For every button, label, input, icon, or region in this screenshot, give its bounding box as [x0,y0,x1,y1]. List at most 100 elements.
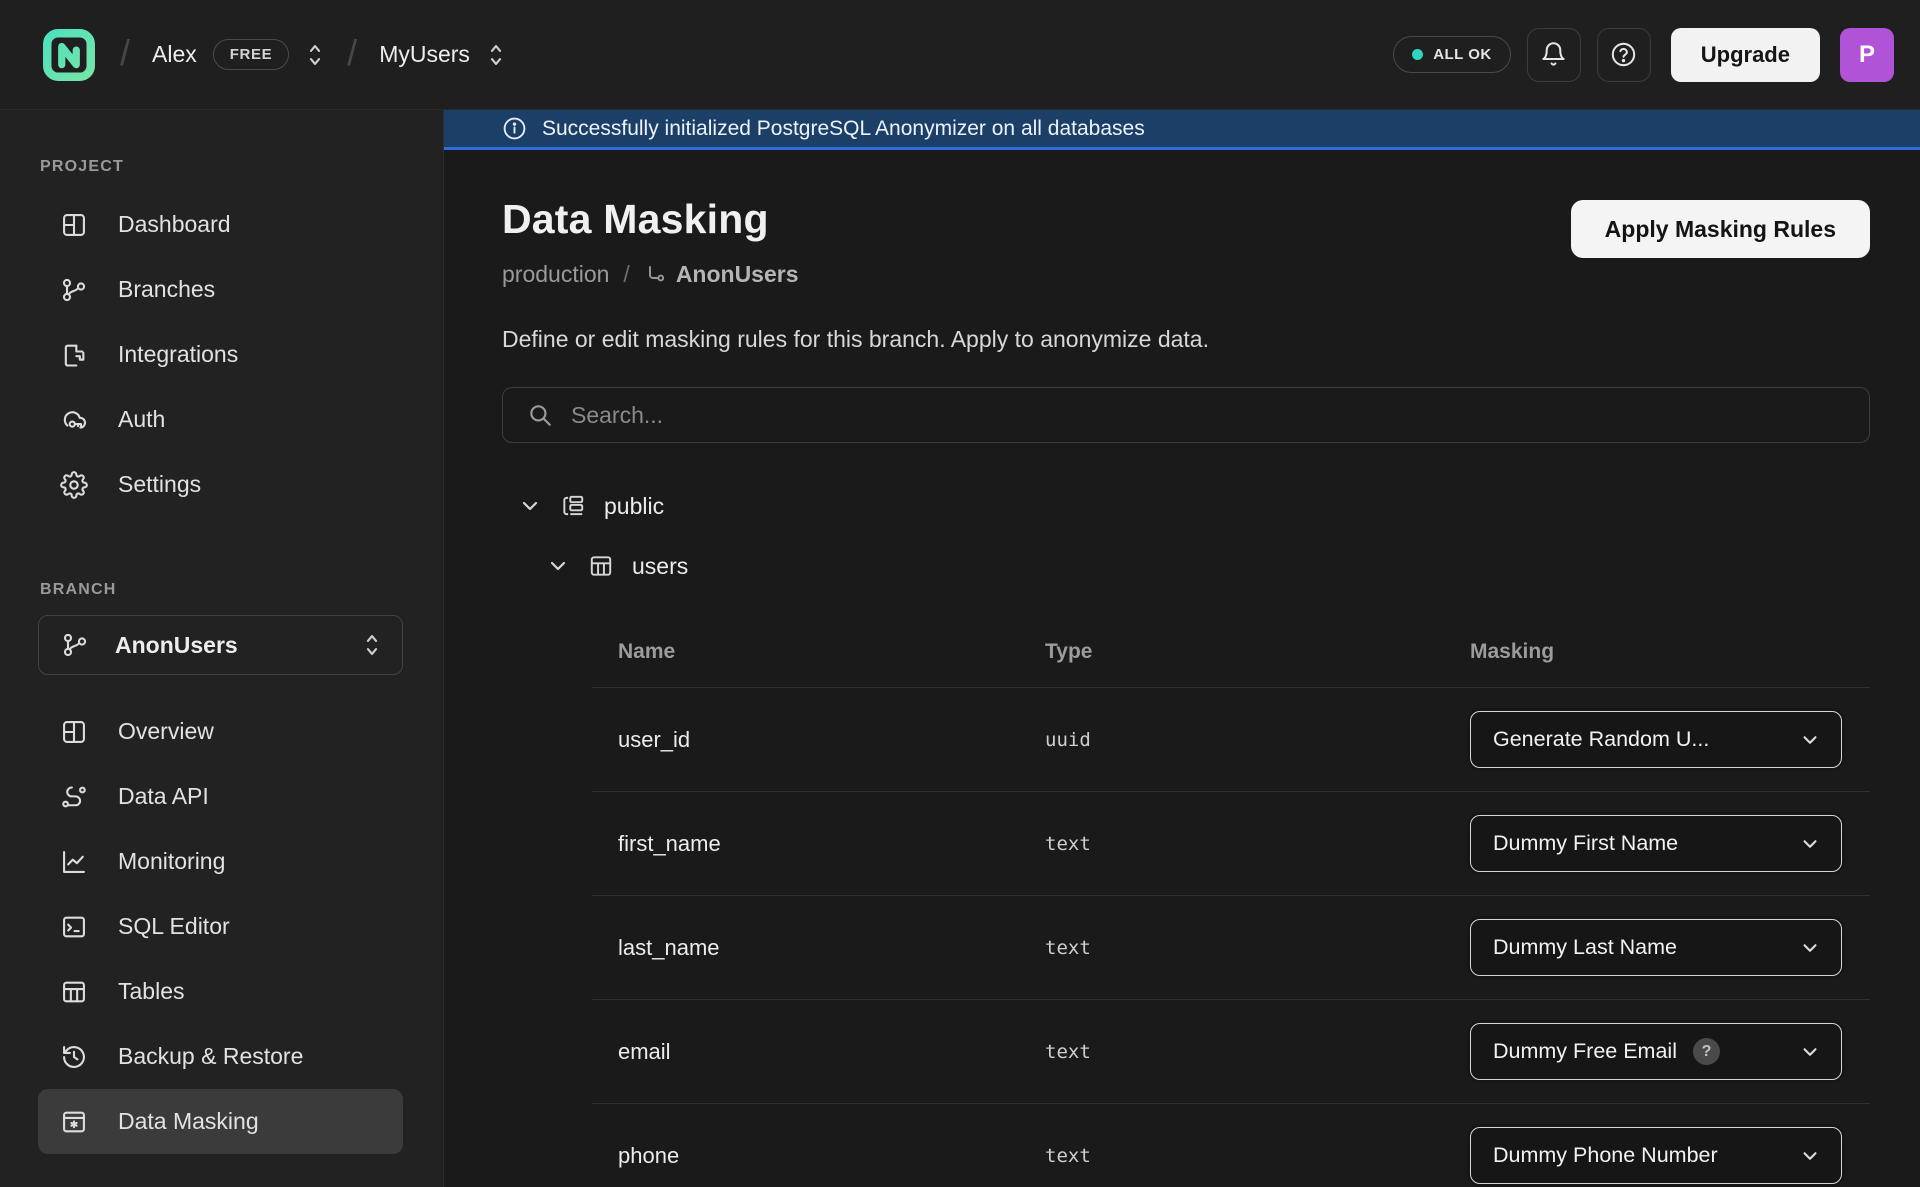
sidebar-item-branches[interactable]: Branches [38,257,403,322]
header-masking: Masking [1470,640,1870,664]
masking-select[interactable]: Dummy Phone Number [1470,1127,1842,1184]
column-type: uuid [1045,729,1470,751]
schema-tree: public users [502,479,1870,593]
chevron-down-icon [1799,1041,1821,1063]
column-name: phone [618,1143,1045,1169]
sidebar-item-label: Backup & Restore [118,1043,303,1070]
header-type: Type [1045,640,1470,664]
sidebar-item-integrations[interactable]: Integrations [38,322,403,387]
breadcrumb-parent[interactable]: production [502,261,609,288]
branch-selector[interactable]: AnonUsers [38,615,403,675]
masking-table-body: user_id uuid Generate Random U... first_… [592,687,1870,1187]
tree-node-table[interactable]: users [502,539,1870,593]
child-branch-icon [644,263,668,287]
help-badge[interactable]: ? [1693,1038,1720,1065]
page-description: Define or edit masking rules for this br… [502,326,1870,353]
gear-icon [60,471,88,499]
chevron-updown-icon [362,632,382,658]
sidebar-item-label: Data API [118,783,209,810]
sidebar-item-label: Dashboard [118,211,231,238]
breadcrumb-separator: / [623,261,629,288]
chevron-updown-icon[interactable] [486,42,506,68]
sidebar-item-tables[interactable]: Tables [38,959,403,1024]
masking-select[interactable]: Dummy First Name [1470,815,1842,872]
data-api-icon [60,783,88,811]
breadcrumb-branch[interactable]: AnonUsers [644,261,799,288]
masking-select[interactable]: Dummy Last Name [1470,919,1842,976]
sidebar-item-data-masking[interactable]: Data Masking [38,1089,403,1154]
sidebar-item-sql-editor[interactable]: SQL Editor [38,894,403,959]
column-type: text [1045,1145,1470,1167]
masking-select[interactable]: Generate Random U... [1470,711,1842,768]
sidebar-item-data-api[interactable]: Data API [38,764,403,829]
git-branch-icon [61,631,89,659]
search-input[interactable] [571,402,1845,429]
org-switcher[interactable]: Alex FREE [152,39,325,70]
table-row: phone text Dummy Phone Number [592,1103,1870,1187]
masking-select[interactable]: Dummy Free Email ? [1470,1023,1842,1080]
table-name: users [632,553,688,580]
project-switcher[interactable]: MyUsers [379,41,506,68]
chevron-down-icon[interactable] [518,494,542,518]
chevron-down-icon [1799,937,1821,959]
sidebar-item-label: Data Masking [118,1108,259,1135]
masking-select-value: Generate Random U... [1493,727,1709,752]
masking-table: Name Type Masking user_id uuid Generate … [592,617,1870,1187]
chevron-updown-icon[interactable] [305,42,325,68]
sidebar-item-monitoring[interactable]: Monitoring [38,829,403,894]
breadcrumb-branch-label: AnonUsers [676,261,799,288]
search-box[interactable] [502,387,1870,443]
sidebar-item-auth[interactable]: Auth [38,387,403,452]
neon-logo-icon [40,26,98,84]
chevron-down-icon [1799,729,1821,751]
sidebar-item-label: Branches [118,276,215,303]
page-title: Data Masking [502,196,799,243]
help-button[interactable] [1597,28,1651,82]
sidebar-item-backup-restore[interactable]: Backup & Restore [38,1024,403,1089]
org-name: Alex [152,41,197,68]
schema-name: public [604,493,664,520]
help-circle-icon [1610,41,1637,68]
apply-masking-rules-button[interactable]: Apply Masking Rules [1571,200,1870,258]
masking-select-value: Dummy Last Name [1493,935,1677,960]
app-window: / Alex FREE / MyUsers ALL OK [0,0,1920,1187]
info-banner: Successfully initialized PostgreSQL Anon… [444,110,1920,150]
sidebar-item-overview[interactable]: Overview [38,699,403,764]
column-name: first_name [618,831,1045,857]
sidebar-item-label: Overview [118,718,214,745]
tree-node-schema[interactable]: public [502,479,1870,533]
branch-section-heading: BRANCH [40,581,403,599]
column-name: last_name [618,935,1045,961]
chevron-down-icon[interactable] [546,554,570,578]
header-separator: / [347,32,357,74]
masking-table-header: Name Type Masking [592,617,1870,687]
system-status-pill[interactable]: ALL OK [1393,36,1511,73]
sql-editor-icon [60,913,88,941]
search-icon [527,402,553,428]
sidebar-item-label: SQL Editor [118,913,230,940]
user-avatar[interactable]: P [1840,28,1894,82]
top-header: / Alex FREE / MyUsers ALL OK [0,0,1920,110]
neon-logo[interactable] [40,26,98,84]
overview-icon [60,718,88,746]
upgrade-button[interactable]: Upgrade [1671,28,1820,82]
notifications-button[interactable] [1527,28,1581,82]
column-type: text [1045,833,1470,855]
sidebar: PROJECT Dashboard Branches Integrations [0,110,444,1187]
auth-cloud-key-icon [60,406,88,434]
table-row: first_name text Dummy First Name [592,791,1870,895]
banner-message: Successfully initialized PostgreSQL Anon… [542,117,1145,141]
status-label: ALL OK [1433,46,1492,63]
bell-icon [1540,41,1567,68]
sidebar-item-settings[interactable]: Settings [38,452,403,517]
header-name: Name [618,640,1045,664]
masking-select-value: Dummy First Name [1493,831,1678,856]
project-section-heading: PROJECT [40,158,403,176]
column-type: text [1045,1041,1470,1063]
history-clock-icon [60,1043,88,1071]
integrations-icon [60,341,88,369]
sidebar-item-dashboard[interactable]: Dashboard [38,192,403,257]
masking-select-value: Dummy Phone Number [1493,1143,1718,1168]
git-branch-icon [60,276,88,304]
dashboard-icon [60,211,88,239]
